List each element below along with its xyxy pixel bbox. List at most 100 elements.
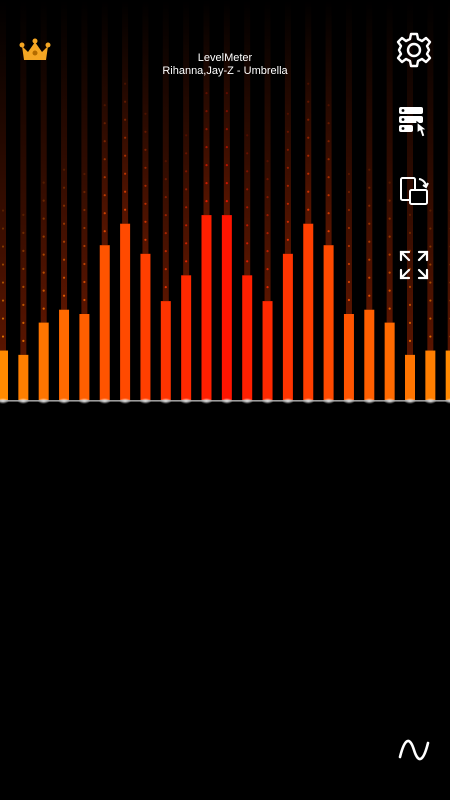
- level-particle: [388, 253, 391, 256]
- level-particle: [266, 268, 269, 271]
- level-particle: [205, 200, 208, 203]
- level-particle: [164, 196, 167, 199]
- level-particle: [42, 289, 45, 292]
- level-particle: [408, 231, 412, 234]
- level-particle: [83, 280, 86, 284]
- level-bar: [120, 223, 131, 400]
- rotate-screen-button[interactable]: [392, 170, 436, 214]
- level-particle: [368, 276, 371, 279]
- level-particle: [327, 122, 330, 125]
- level-bar: [303, 223, 314, 400]
- level-particle: [42, 181, 45, 184]
- level-particle: [225, 182, 228, 185]
- level-particle: [368, 204, 371, 207]
- level-particle: [1, 299, 5, 302]
- level-particle: [124, 154, 127, 157]
- now-playing-header: LevelMeter Rihanna,Jay-Z - Umbrella: [0, 52, 450, 78]
- level-bar: [405, 354, 415, 400]
- level-particle: [266, 250, 269, 253]
- level-particle: [103, 122, 106, 125]
- level-particle: [103, 104, 106, 107]
- level-particle: [144, 130, 147, 133]
- level-particle: [246, 188, 249, 191]
- level-beam: [244, 0, 251, 276]
- level-particle: [347, 208, 351, 212]
- level-particle: [22, 339, 25, 342]
- level-bar: [323, 245, 334, 400]
- level-particle: [225, 200, 228, 203]
- premium-button[interactable]: [18, 36, 52, 66]
- level-particle: [347, 298, 351, 302]
- level-particle: [429, 335, 432, 338]
- level-particle: [164, 286, 167, 289]
- manage-button[interactable]: [392, 100, 436, 144]
- fullscreen-button[interactable]: [392, 243, 436, 287]
- level-particle: [42, 253, 45, 256]
- level-particle: [42, 307, 45, 310]
- level-particle: [103, 158, 106, 161]
- level-particle: [327, 176, 330, 179]
- level-particle: [347, 226, 351, 230]
- level-particle: [103, 194, 106, 197]
- level-particle: [62, 186, 66, 189]
- level-particle: [246, 224, 249, 227]
- level-particle: [144, 184, 147, 187]
- gear-icon: [396, 32, 432, 68]
- track-title: Rihanna,Jay-Z - Umbrella: [162, 65, 288, 77]
- level-bar: [0, 350, 8, 400]
- settings-button[interactable]: [392, 28, 436, 72]
- visual-mode-button[interactable]: [392, 728, 436, 772]
- level-particle: [22, 231, 25, 234]
- level-particle: [62, 168, 66, 171]
- level-particle: [266, 196, 269, 199]
- level-particle: [408, 213, 412, 216]
- level-particle: [185, 242, 188, 245]
- level-particle: [327, 140, 330, 143]
- level-particle: [144, 238, 147, 241]
- level-bar: [59, 309, 70, 400]
- level-beam: [264, 0, 271, 302]
- level-particle: [347, 244, 351, 248]
- crown-icon: [19, 38, 51, 60]
- level-particle: [62, 294, 66, 297]
- level-bar: [425, 350, 436, 400]
- level-particle: [62, 240, 66, 243]
- level-particle: [205, 146, 208, 149]
- level-particle: [83, 208, 86, 212]
- level-particle: [164, 178, 167, 181]
- level-particle: [368, 294, 371, 297]
- level-particle: [327, 194, 330, 197]
- app-title: LevelMeter: [197, 52, 253, 64]
- level-particle: [164, 160, 167, 163]
- level-particle: [286, 220, 289, 223]
- level-bar: [160, 301, 171, 400]
- level-particle: [83, 226, 86, 230]
- level-particle: [368, 258, 371, 261]
- level-bar: [384, 322, 395, 400]
- level-beam: [183, 0, 190, 276]
- level-particle: [1, 209, 5, 212]
- level-particle: [42, 235, 45, 238]
- level-particle: [266, 286, 269, 289]
- level-particle: [286, 130, 289, 133]
- level-particle: [205, 92, 208, 95]
- level-particle: [62, 258, 66, 261]
- level-particle: [185, 134, 188, 137]
- level-particle: [164, 268, 167, 271]
- level-particle: [22, 321, 25, 324]
- level-particle: [22, 285, 25, 288]
- level-particle: [103, 212, 106, 215]
- level-particle: [368, 186, 371, 189]
- level-particle: [1, 281, 5, 284]
- level-particle: [185, 206, 188, 209]
- level-particle: [22, 267, 25, 270]
- rotate-screen-icon: [400, 177, 429, 205]
- level-particle: [22, 303, 25, 306]
- level-beam: [81, 0, 88, 314]
- level-beam: [122, 0, 129, 224]
- level-particle: [327, 212, 330, 215]
- level-particle: [185, 260, 188, 263]
- level-particle: [429, 227, 432, 230]
- level-particle: [42, 217, 45, 220]
- level-particle: [388, 289, 391, 292]
